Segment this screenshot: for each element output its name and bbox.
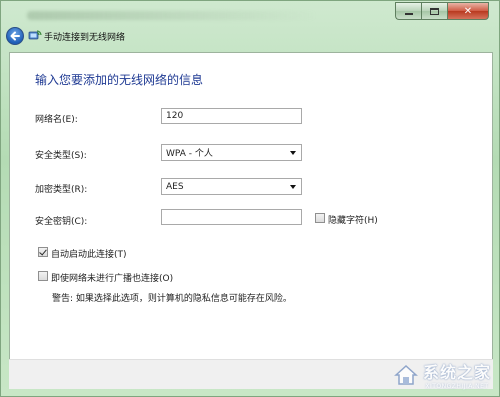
back-arrow-icon	[10, 31, 20, 41]
back-button[interactable]	[6, 27, 24, 45]
security-type-label: 安全类型(S):	[35, 151, 87, 161]
security-key-label: 安全密钥(C):	[35, 217, 88, 227]
wireless-network-icon	[28, 30, 42, 40]
maximize-icon	[430, 7, 439, 15]
chevron-down-icon	[290, 151, 296, 155]
watermark-text: 系统之家	[422, 363, 491, 382]
connect-hidden-label: 即使网络未进行广播也连接(O)	[51, 274, 174, 284]
watermark-url: XITONGZHIJIA.NET	[425, 383, 489, 390]
close-button[interactable]: ✕	[447, 2, 489, 20]
security-type-value: WPA - 个人	[166, 149, 213, 159]
minimize-icon	[404, 13, 413, 15]
encryption-type-select[interactable]: AES	[161, 178, 302, 195]
watermark: 系统之家 XITONGZHIJIA.NET	[393, 359, 491, 390]
maximize-button[interactable]	[421, 2, 447, 20]
hide-chars-checkbox[interactable]	[315, 213, 325, 223]
network-name-label: 网络名(E):	[35, 115, 78, 125]
close-icon: ✕	[463, 5, 473, 17]
security-type-select[interactable]: WPA - 个人	[161, 144, 302, 161]
connect-hidden-checkbox[interactable]	[38, 271, 48, 281]
encryption-type-label: 加密类型(R):	[35, 185, 88, 195]
house-logo-icon	[394, 364, 418, 385]
security-key-input[interactable]	[161, 209, 302, 225]
page-heading: 输入您要添加的无线网络的信息	[35, 73, 204, 87]
network-name-input[interactable]	[161, 108, 302, 124]
minimize-button[interactable]	[395, 2, 421, 20]
nav-title: 手动连接到无线网络	[44, 33, 126, 43]
window-title-blurred	[27, 11, 317, 20]
caption-buttons: ✕	[395, 2, 489, 20]
window-frame: ✕ 手动连接到无线网络 输入您要添加的无线网络的信息 网络名(E): 安全类型(…	[0, 0, 500, 397]
auto-connect-checkbox[interactable]	[38, 247, 48, 257]
hide-chars-label: 隐藏字符(H)	[328, 216, 378, 226]
chevron-down-icon	[290, 185, 296, 189]
auto-connect-label: 自动启动此连接(T)	[51, 250, 127, 260]
privacy-warning-text: 警告: 如果选择此选项，则计算机的隐私信息可能存在风险。	[52, 294, 292, 304]
encryption-type-value: AES	[166, 181, 184, 192]
